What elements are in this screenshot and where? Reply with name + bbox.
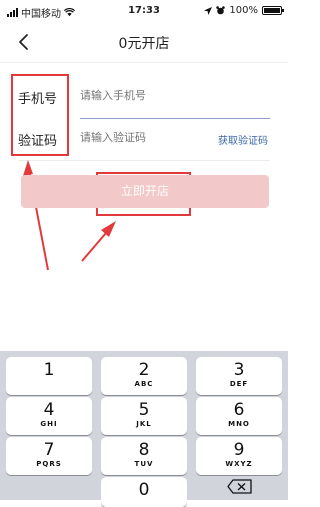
key-letters: ABC xyxy=(134,380,154,388)
key-letters: PQRS xyxy=(36,460,62,468)
delete-key[interactable] xyxy=(197,471,283,500)
key-letters: JKL xyxy=(136,420,152,428)
numeric-keypad: 1 2 ABC 3 DEF 4 GHI 5 JKL 6 MNO 7 PQRS 8… xyxy=(0,351,288,507)
key-letters: MNO xyxy=(228,420,250,428)
key-7[interactable]: 7 PQRS xyxy=(6,437,92,475)
key-0[interactable]: 0 xyxy=(101,477,187,507)
key-number: 0 xyxy=(138,480,150,500)
arrowhead-labels xyxy=(23,160,33,176)
key-number: 1 xyxy=(43,360,55,380)
key-9[interactable]: 9 WXYZ xyxy=(196,437,282,475)
key-letters: GHI xyxy=(40,420,58,428)
key-number: 9 xyxy=(233,440,245,460)
key-8[interactable]: 8 TUV xyxy=(101,437,187,475)
key-letters: TUV xyxy=(134,460,154,468)
key-5[interactable]: 5 JKL xyxy=(101,397,187,435)
key-number: 4 xyxy=(43,400,55,420)
key-number: 3 xyxy=(233,360,245,380)
key-letters: WXYZ xyxy=(225,460,253,468)
key-2[interactable]: 2 ABC xyxy=(101,357,187,395)
key-number: 5 xyxy=(138,400,150,420)
backspace-icon xyxy=(227,479,252,494)
key-3[interactable]: 3 DEF xyxy=(196,357,282,395)
arrowhead-button xyxy=(101,221,116,237)
key-1[interactable]: 1 xyxy=(6,357,92,395)
key-number: 2 xyxy=(138,360,150,380)
key-number: 6 xyxy=(233,400,245,420)
open-store-button[interactable]: 立即开店 xyxy=(21,175,269,208)
key-number: 7 xyxy=(43,440,55,460)
key-6[interactable]: 6 MNO xyxy=(196,397,282,435)
key-letters: DEF xyxy=(229,380,249,388)
key-4[interactable]: 4 GHI xyxy=(6,397,92,435)
key-number: 8 xyxy=(138,440,150,460)
